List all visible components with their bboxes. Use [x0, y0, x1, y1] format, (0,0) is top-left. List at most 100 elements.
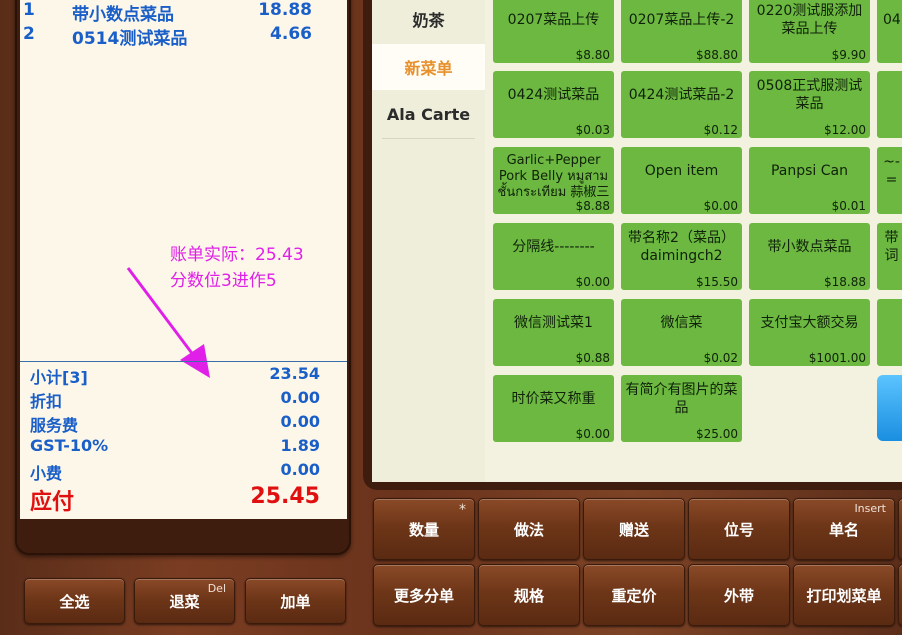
return-dish-label: 退菜: [169, 592, 200, 611]
dish-name: 0424测试菜品: [507, 87, 600, 103]
gst-value: 1.89: [280, 436, 320, 455]
return-dish-hotkey: Del: [207, 582, 226, 595]
dish-name: 微信测试菜1: [514, 315, 593, 331]
service-fee-row: 服务费 0.00: [30, 412, 320, 436]
dish-tile-partial[interactable]: [877, 299, 902, 366]
takeaway-button[interactable]: 外带: [688, 564, 790, 626]
dish-price: $0.02: [703, 351, 738, 365]
dish-price: $0.12: [703, 123, 738, 137]
dish-tile[interactable]: 0207菜品上传-2 $88.80: [621, 0, 742, 63]
category-divider: [382, 138, 475, 139]
more-split-button[interactable]: 更多分单: [373, 564, 475, 626]
dish-name: 0508正式服测试菜品: [756, 78, 863, 112]
dish-tile[interactable]: 有简介有图片的菜品 $25.00: [621, 375, 742, 442]
dish-name: 带名称2（菜品）daimingch2: [628, 230, 735, 264]
dish-price: $0.00: [575, 427, 610, 441]
order-name-button[interactable]: 单名 Insert: [793, 498, 895, 560]
dish-name: 微信菜: [660, 315, 703, 331]
dish-tile[interactable]: 0207菜品上传 $8.80: [493, 0, 614, 63]
tip-value: 0.00: [280, 460, 320, 479]
dish-price: $18.88: [824, 275, 866, 289]
dish-name: 支付宝大额交易: [760, 315, 859, 331]
select-all-button[interactable]: 全选: [24, 578, 125, 624]
order-name-hotkey: Insert: [854, 502, 886, 515]
more-button-partial[interactable]: [898, 564, 902, 626]
select-all-label: 全选: [59, 592, 90, 611]
print-checklist-button[interactable]: 打印划菜单: [793, 564, 895, 626]
discount-label: 折扣: [30, 392, 63, 411]
dish-price: $88.80: [696, 48, 738, 62]
more-split-label: 更多分单: [393, 586, 454, 605]
dish-name: 04: [883, 12, 901, 28]
dish-name: Garlic+Pepper Pork Belly หมูสามชั้นกระเท…: [497, 153, 610, 200]
dish-name: 带词: [884, 230, 899, 264]
dish-tile-partial[interactable]: ~-=: [877, 147, 902, 214]
dish-price: $25.00: [696, 427, 738, 441]
order-name-label: 单名: [828, 520, 859, 539]
dish-tile[interactable]: Garlic+Pepper Pork Belly หมูสามชั้นกระเท…: [493, 147, 614, 214]
category-new-menu[interactable]: 新菜单: [372, 44, 485, 90]
dish-tile[interactable]: 0424测试菜品-2 $0.12: [621, 71, 742, 138]
dish-price: $1001.00: [808, 351, 866, 365]
order-item-index: 1: [23, 0, 35, 20]
dish-tile[interactable]: 0508正式服测试菜品 $12.00: [749, 71, 870, 138]
dish-tile[interactable]: 支付宝大额交易 $1001.00: [749, 299, 870, 366]
service-fee-label: 服务费: [30, 416, 79, 435]
return-dish-button[interactable]: 退菜 Del: [134, 578, 235, 624]
dish-tile-partial[interactable]: [877, 71, 902, 138]
dish-name: 0220测试服添加菜品上传: [756, 3, 863, 37]
dish-tile[interactable]: 0424测试菜品 $0.03: [493, 71, 614, 138]
add-dish-label: 加单: [280, 592, 311, 611]
print-checklist-label: 打印划菜单: [806, 586, 882, 605]
add-dish-button[interactable]: 加单: [245, 578, 346, 624]
summary-divider: [20, 361, 347, 362]
order-item-price: 4.66: [270, 24, 312, 44]
dish-name: Panpsi Can: [770, 163, 848, 179]
scroll-page-button[interactable]: [877, 375, 902, 441]
dish-price: $0.00: [703, 199, 738, 213]
seat-number-label: 位号: [723, 520, 754, 539]
dish-tile[interactable]: 0220测试服添加菜品上传 $9.90: [749, 0, 870, 63]
reprice-button[interactable]: 重定价: [583, 564, 685, 626]
spec-label: 规格: [513, 586, 544, 605]
reprice-label: 重定价: [611, 586, 657, 605]
dish-tile-partial[interactable]: 带词: [877, 223, 902, 290]
quantity-button[interactable]: 数量 *: [373, 498, 475, 560]
category-sidebar: 奶茶 新菜单 Ala Carte: [372, 0, 485, 482]
more-button-partial[interactable]: [898, 498, 902, 560]
dish-price: $12.00: [824, 123, 866, 137]
tip-row: 小费 0.00: [30, 460, 320, 484]
dish-name: 带小数点菜品: [767, 239, 852, 255]
dish-tile[interactable]: 微信菜 $0.02: [621, 299, 742, 366]
dish-price: $8.80: [575, 48, 610, 62]
spec-button[interactable]: 规格: [478, 564, 580, 626]
subtotal-value: 23.54: [269, 364, 320, 383]
dish-tile-partial[interactable]: 04: [877, 0, 902, 63]
complimentary-button[interactable]: 赠送: [583, 498, 685, 560]
dish-tile[interactable]: 带名称2（菜品）daimingch2 $15.50: [621, 223, 742, 290]
dish-name: 分隔线--------: [512, 239, 595, 255]
cooking-method-button[interactable]: 做法: [478, 498, 580, 560]
category-ala-carte[interactable]: Ala Carte: [372, 91, 485, 137]
tip-label: 小费: [30, 464, 63, 483]
dish-price: $15.50: [696, 275, 738, 289]
discount-row: 折扣 0.00: [30, 388, 320, 412]
category-milk-tea[interactable]: 奶茶: [372, 0, 485, 42]
amount-due-value: 25.45: [250, 484, 320, 509]
order-item-row[interactable]: 1 带小数点菜品 18.88: [20, 0, 347, 25]
dish-tile[interactable]: 分隔线-------- $0.00: [493, 223, 614, 290]
dish-tile[interactable]: Open item $0.00: [621, 147, 742, 214]
amount-due-row: 应付 25.45: [30, 484, 320, 515]
dish-name: ~-=: [883, 154, 900, 188]
quantity-label: 数量: [408, 520, 439, 539]
category-label: 新菜单: [404, 59, 453, 78]
dish-tile[interactable]: 时价菜又称重 $0.00: [493, 375, 614, 442]
dish-name: 时价菜又称重: [511, 391, 596, 407]
order-item-row[interactable]: 2 0514测试菜品 4.66: [20, 24, 347, 49]
dish-tile[interactable]: 微信测试菜1 $0.88: [493, 299, 614, 366]
order-item-price: 18.88: [258, 0, 312, 20]
seat-number-button[interactable]: 位号: [688, 498, 790, 560]
dish-tile[interactable]: 带小数点菜品 $18.88: [749, 223, 870, 290]
dish-name: 0424测试菜品-2: [628, 87, 735, 103]
dish-tile[interactable]: Panpsi Can $0.01: [749, 147, 870, 214]
